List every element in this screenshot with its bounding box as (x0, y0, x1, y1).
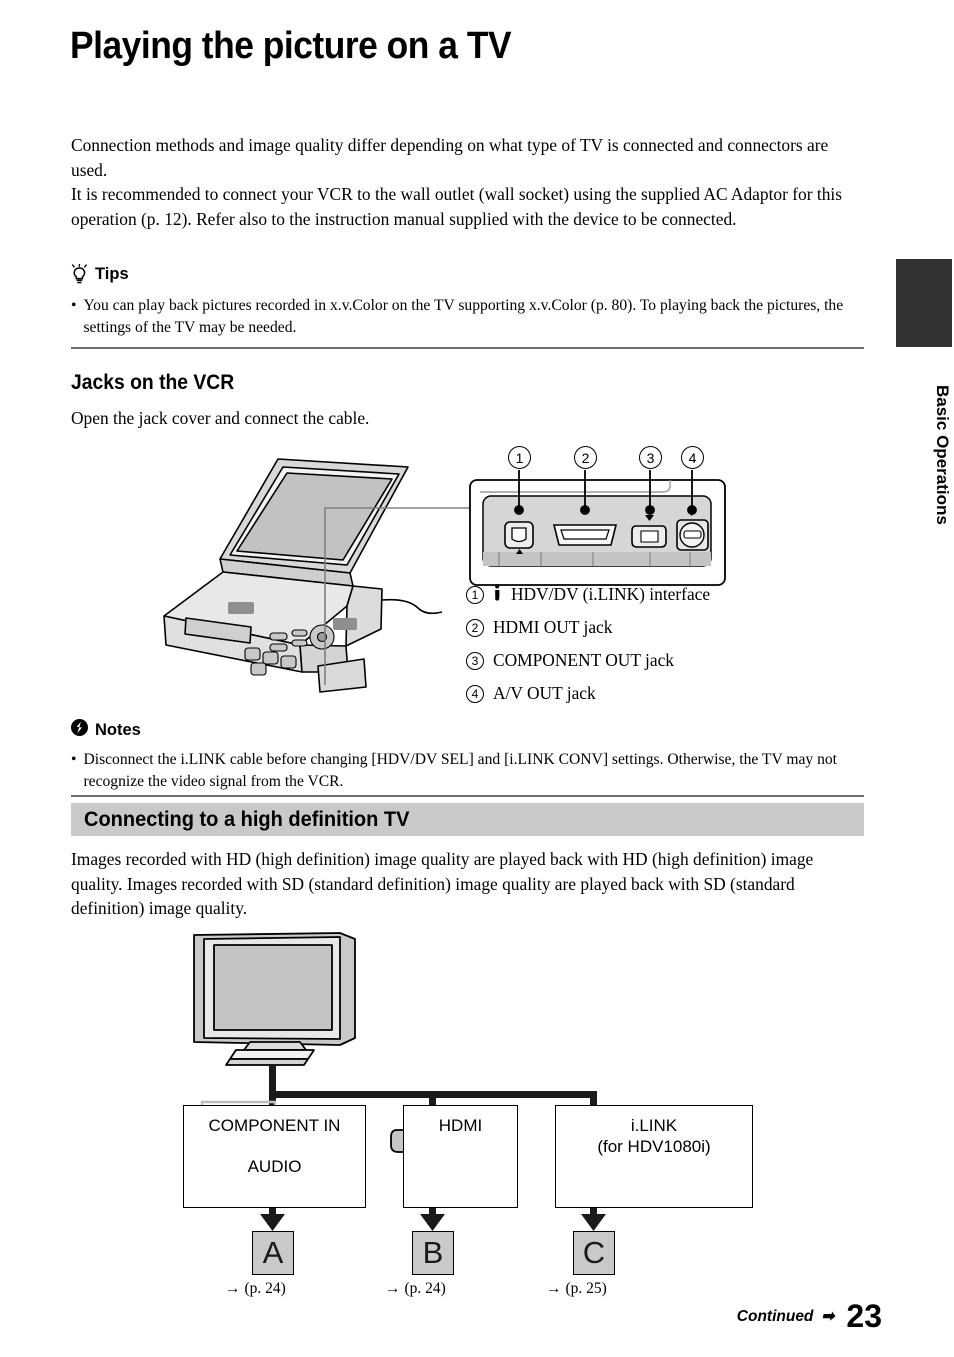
connection-box-component: COMPONENT IN AUDIO (183, 1105, 366, 1208)
jack-legend-item-3: 3 COMPONENT OUT jack (466, 644, 710, 677)
jack-legend-item-1: 1 HDV/DV (i.LINK) interface (466, 578, 710, 611)
jack-legend-number-1: 1 (466, 585, 484, 604)
notes-alert-icon (71, 719, 88, 741)
section-tab-label: Basic Operations (933, 385, 952, 525)
jack-legend-label-3: COMPONENT OUT jack (493, 650, 674, 670)
page-ref-arrow-c: → (546, 1280, 562, 1297)
panel-callout-3: 3 (639, 446, 662, 469)
intro-text: Connection methods and image quality dif… (71, 133, 866, 231)
jacks-section-heading: Jacks on the VCR (71, 371, 235, 394)
reference-box-a[interactable]: A (252, 1231, 294, 1275)
hdmi-label: HDMI (438, 1116, 483, 1135)
hd-section-header-label: Connecting to a high definition TV (84, 807, 410, 831)
tv-connection-figure: COMPONENT IN AUDIO HDMI i.LINK (for HDV1… (180, 925, 780, 1325)
divider-rule-top (71, 347, 864, 349)
connector-panel-detail (469, 470, 726, 586)
ilink-sublabel: (for HDV1080i) (597, 1137, 711, 1156)
jack-legend-label-2: HDMI OUT jack (493, 617, 613, 637)
continued-label: Continued (736, 1307, 814, 1325)
notes-body: • Disconnect the i.LINK cable before cha… (71, 749, 866, 792)
divider-rule-bottom (71, 795, 864, 797)
page-ref-c[interactable]: → (p. 25) (546, 1280, 607, 1298)
jack-legend-list: 1 HDV/DV (i.LINK) interface 2 HDMI OUT j… (466, 578, 710, 710)
section-tab-block (896, 259, 952, 347)
ilink-label: i.LINK (630, 1116, 678, 1135)
panel-callout-4: 4 (681, 446, 704, 469)
notes-heading-label: Notes (95, 720, 141, 739)
jack-legend-number-3: 3 (466, 651, 484, 670)
page-ref-a[interactable]: → (p. 24) (225, 1280, 286, 1298)
jack-legend-item-2: 2 HDMI OUT jack (466, 611, 710, 644)
hd-section-header: Connecting to a high definition TV (71, 803, 864, 836)
notes-bullet: • (71, 751, 77, 768)
page-number: 23 (846, 1298, 882, 1334)
jack-legend-number-4: 4 (466, 684, 484, 703)
intro-paragraph-1: Connection methods and image quality dif… (71, 135, 829, 180)
tips-heading-label: Tips (95, 264, 129, 283)
page-ref-arrow-a: → (225, 1280, 241, 1297)
power-cable (381, 598, 443, 615)
tips-heading: Tips (71, 264, 129, 284)
intro-paragraph-2: It is recommended to connect your VCR to… (71, 184, 843, 229)
page-ref-a-label: (p. 24) (244, 1280, 286, 1297)
jack-legend-label-1: HDV/DV (i.LINK) interface (511, 584, 711, 604)
jacks-section-instruction: Open the jack cover and connect the cabl… (71, 408, 370, 428)
tips-text: You can play back pictures recorded in x… (83, 297, 844, 336)
jack-hdmi-port (552, 524, 618, 546)
jack-legend-item-4: 4 A/V OUT jack (466, 677, 710, 710)
tips-body: • You can play back pictures recorded in… (71, 295, 866, 338)
connection-arrow-bottom (260, 1208, 606, 1231)
jack-legend-number-2: 2 (466, 618, 484, 637)
panel-callout-2: 2 (574, 446, 597, 469)
ilink-icon (493, 583, 502, 606)
page-ref-arrow-b: → (385, 1280, 401, 1297)
tips-bullet: • (71, 297, 77, 314)
component-audio-label: AUDIO (247, 1157, 302, 1176)
notes-text: Disconnect the i.LINK cable before chang… (83, 751, 837, 790)
connection-box-ilink: i.LINK (for HDV1080i) (555, 1105, 753, 1208)
manual-page: Playing the picture on a TV Connection m… (0, 0, 954, 1357)
panel-callout-1: 1 (508, 446, 531, 469)
notes-heading: Notes (71, 719, 141, 741)
page-ref-b-label: (p. 24) (404, 1280, 446, 1297)
jack-legend-label-4: A/V OUT jack (493, 683, 596, 703)
continued-arrow-icon: ➡ (821, 1308, 835, 1325)
reference-box-c[interactable]: C (573, 1231, 615, 1275)
connection-box-hdmi: HDMI (403, 1105, 518, 1208)
lightbulb-icon (71, 264, 88, 284)
page-ref-c-label: (p. 25) (565, 1280, 607, 1297)
component-in-label: COMPONENT IN (208, 1116, 341, 1135)
page-ref-b[interactable]: → (p. 24) (385, 1280, 446, 1298)
reference-box-b[interactable]: B (412, 1231, 454, 1275)
hd-section-body: Images recorded with HD (high definition… (71, 849, 814, 919)
page-title: Playing the picture on a TV (70, 25, 512, 67)
television-illustration (193, 932, 356, 1066)
page-footer: Continued ➡ 23 (737, 1298, 882, 1335)
